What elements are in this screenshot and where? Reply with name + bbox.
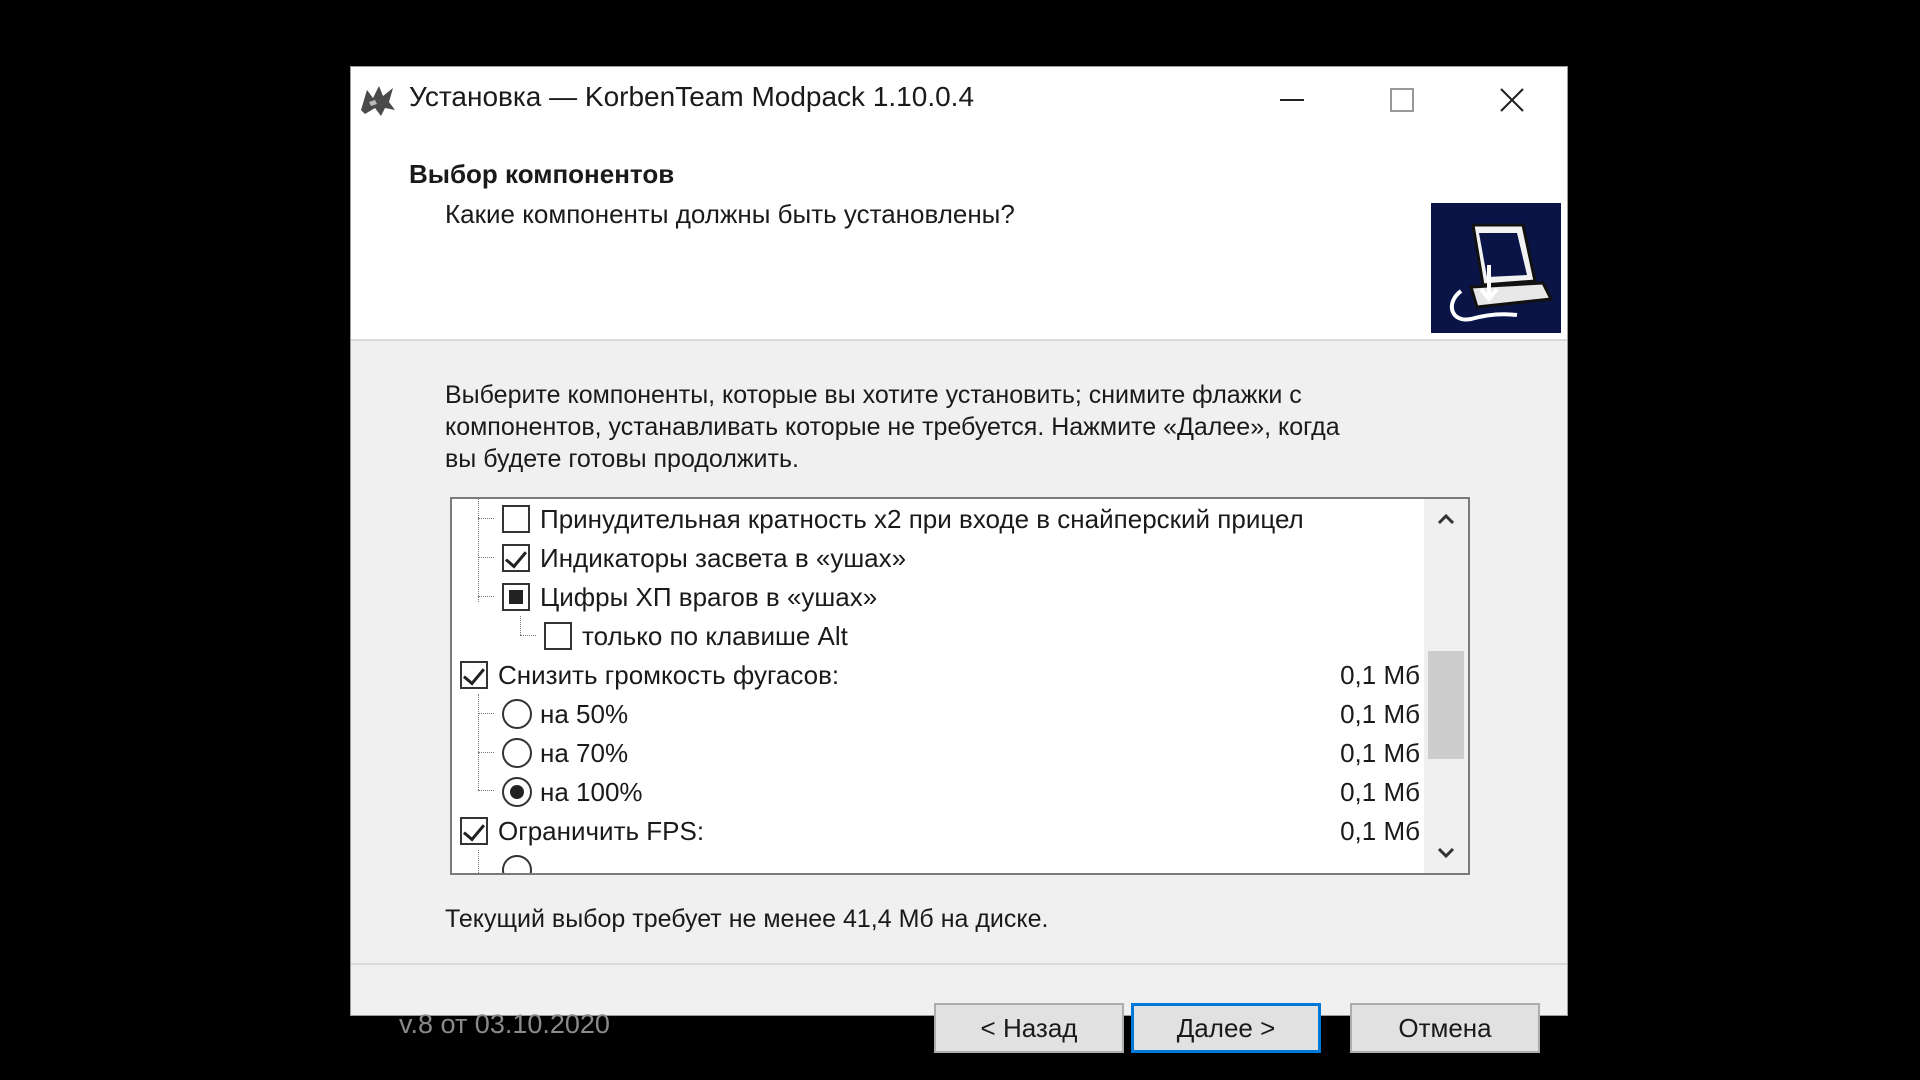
- component-label: Ограничить FPS:: [498, 816, 705, 846]
- component-label: Принудительная кратность x2 при входе в …: [540, 504, 1304, 534]
- instructions-text: Выберите компоненты, которые вы хотите у…: [445, 379, 1445, 475]
- component-checkbox[interactable]: [502, 544, 530, 572]
- window-title: Установка — KorbenTeam Modpack 1.10.0.4: [409, 81, 975, 112]
- footer-divider: [351, 963, 1567, 965]
- version-label: v.8 от 03.10.2020: [399, 1009, 610, 1039]
- list-item[interactable]: только по клавише Alt: [452, 616, 1422, 655]
- title-bar[interactable]: Установка — KorbenTeam Modpack 1.10.0.4: [351, 67, 1567, 133]
- page-subtitle: Какие компоненты должны быть установлены…: [445, 199, 1015, 229]
- component-checkbox[interactable]: [460, 661, 488, 689]
- page-title: Выбор компонентов: [409, 159, 675, 189]
- maximize-icon: [1390, 88, 1414, 112]
- component-radio[interactable]: [502, 699, 532, 729]
- component-label: на 100%: [540, 777, 643, 807]
- list-item[interactable]: Ограничить FPS: 0,1 Мб: [452, 811, 1422, 850]
- component-size: 0,1 Мб: [1340, 738, 1420, 768]
- list-item[interactable]: Снизить громкость фугасов: 0,1 Мб: [452, 655, 1422, 694]
- list-item[interactable]: на 70% 0,1 Мб: [452, 733, 1422, 772]
- maximize-button[interactable]: [1347, 67, 1457, 133]
- minimize-icon: [1280, 99, 1304, 101]
- list-scrollbar[interactable]: [1424, 499, 1468, 873]
- component-size: 0,1 Мб: [1340, 699, 1420, 729]
- computer-install-icon: [1431, 203, 1561, 333]
- component-checkbox[interactable]: [460, 817, 488, 845]
- installer-window: Установка — KorbenTeam Modpack 1.10.0.4 …: [350, 66, 1568, 1053]
- component-radio[interactable]: [502, 738, 532, 768]
- component-checkbox[interactable]: [502, 583, 530, 611]
- component-checkbox[interactable]: [502, 505, 530, 533]
- component-size: 0,1 Мб: [1340, 777, 1420, 807]
- instructions-line: вы будете готовы продолжить.: [445, 445, 799, 473]
- close-button[interactable]: [1457, 67, 1567, 133]
- chevron-up-icon: [1437, 513, 1455, 525]
- components-list[interactable]: Принудительная кратность x2 при входе в …: [450, 497, 1470, 875]
- wolf-logo-icon: [361, 86, 395, 116]
- component-label: на 50%: [540, 699, 629, 729]
- next-button[interactable]: Далее >: [1131, 1003, 1321, 1053]
- chevron-down-icon: [1437, 847, 1455, 859]
- list-item[interactable]: на 50% 0,1 Мб: [452, 694, 1422, 733]
- instructions-line: компонентов, устанавливать которые не тр…: [445, 413, 1340, 441]
- list-item[interactable]: Индикаторы засвета в «ушах»: [452, 538, 1422, 577]
- component-label: на 70%: [540, 738, 629, 768]
- minimize-button[interactable]: [1237, 67, 1347, 133]
- component-label: Снизить громкость фугасов:: [498, 660, 840, 690]
- close-icon: [1500, 88, 1524, 112]
- instructions-line: Выберите компоненты, которые вы хотите у…: [445, 381, 1302, 409]
- list-item[interactable]: на 100% 0,1 Мб: [452, 772, 1422, 811]
- list-item[interactable]: Цифры ХП врагов в «ушах»: [452, 577, 1422, 616]
- back-button[interactable]: < Назад: [934, 1003, 1124, 1053]
- component-radio[interactable]: [502, 855, 532, 873]
- component-radio[interactable]: [502, 777, 532, 807]
- disk-requirement-text: Текущий выбор требует не менее 41,4 Мб н…: [445, 905, 1049, 933]
- component-size: 0,1 Мб: [1340, 660, 1420, 690]
- component-label: Индикаторы засвета в «ушах»: [540, 543, 907, 573]
- cancel-button[interactable]: Отмена: [1350, 1003, 1540, 1053]
- scroll-thumb[interactable]: [1428, 651, 1464, 759]
- scroll-up-button[interactable]: [1424, 499, 1468, 539]
- component-size: 0,1 Мб: [1340, 816, 1420, 846]
- list-item-partial[interactable]: [452, 850, 1422, 873]
- scroll-down-button[interactable]: [1424, 833, 1468, 873]
- component-label: Цифры ХП врагов в «ушах»: [540, 582, 878, 612]
- component-label: только по клавише Alt: [582, 621, 848, 651]
- component-checkbox[interactable]: [544, 622, 572, 650]
- list-item[interactable]: Принудительная кратность x2 при входе в …: [452, 499, 1422, 538]
